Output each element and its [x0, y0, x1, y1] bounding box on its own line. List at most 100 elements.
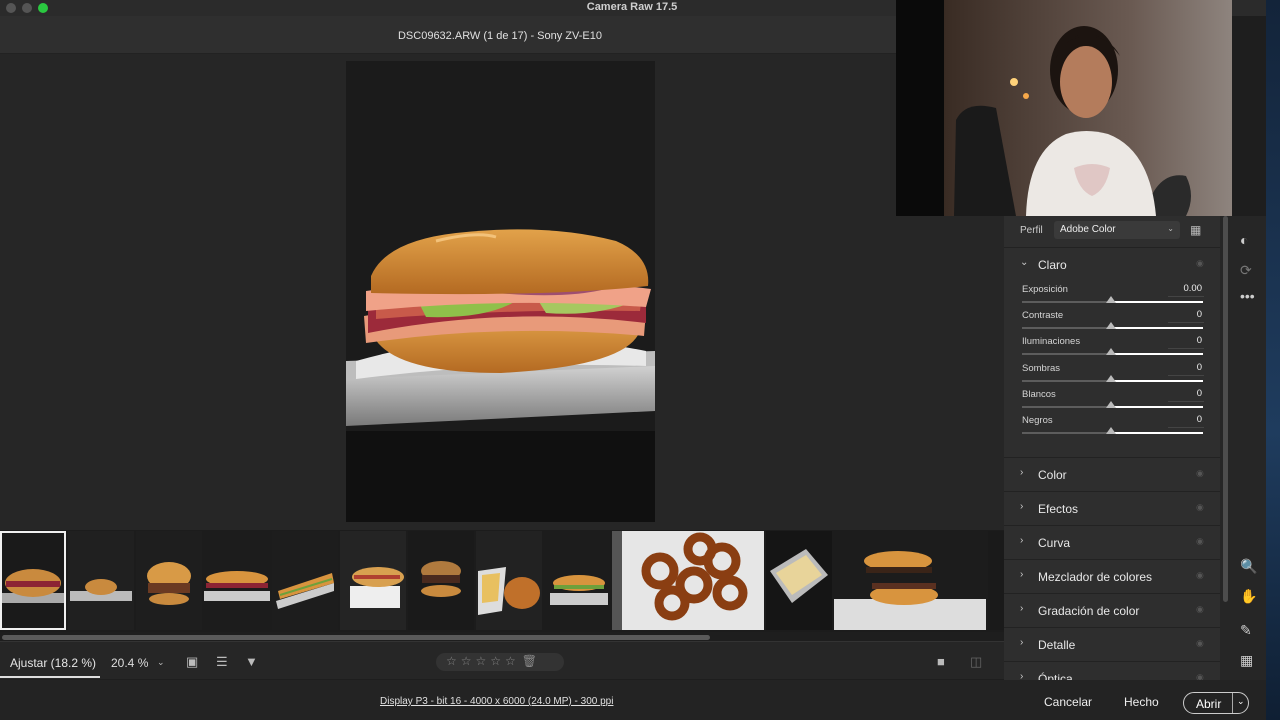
filmstrip-thumbnail[interactable]: [476, 531, 542, 630]
slider-handle[interactable]: [1106, 401, 1116, 408]
cancel-button[interactable]: Cancelar: [1044, 695, 1092, 709]
view-toolbar: Ajustar (18.2 %) 20.4 % ⌄ ▣ ☰ ▼ ☆☆☆☆☆ 🗑 ■…: [0, 641, 1004, 679]
filmstrip-thumbnail[interactable]: [612, 531, 764, 630]
open-button[interactable]: Abrir ⌄: [1183, 692, 1249, 714]
slider-value[interactable]: 0: [1168, 414, 1204, 428]
filmstrip-thumbnail[interactable]: [408, 531, 474, 630]
visibility-icon[interactable]: ◉: [1196, 536, 1204, 547]
redeye-icon[interactable]: ⟳: [1240, 262, 1252, 279]
sort-icon[interactable]: ☰: [216, 654, 228, 670]
chevron-right-icon: ›: [1020, 569, 1024, 580]
section-color-mixer[interactable]: › Mezclador de colores ◉: [1004, 559, 1220, 592]
zoom-tool-icon[interactable]: 🔍: [1240, 558, 1257, 575]
section-color-grading[interactable]: › Gradación de color ◉: [1004, 593, 1220, 626]
chevron-down-icon: ⌄: [1167, 224, 1174, 233]
slider-handle[interactable]: [1106, 375, 1116, 382]
chevron-down-icon[interactable]: ⌄: [157, 657, 165, 668]
filmstrip-thumbnail[interactable]: [544, 531, 610, 630]
chevron-right-icon: ›: [1020, 535, 1024, 546]
section-label: Óptica: [1038, 672, 1073, 680]
chevron-right-icon: ›: [1020, 637, 1024, 648]
filmstrip-thumbnail[interactable]: [136, 531, 202, 630]
filmstrip-thumbnail[interactable]: [204, 531, 270, 630]
hand-tool-icon[interactable]: ✋: [1240, 588, 1257, 605]
eyedropper-icon[interactable]: ✎: [1240, 622, 1252, 639]
section-label: Detalle: [1038, 638, 1076, 652]
section-color[interactable]: › Color ◉: [1004, 457, 1220, 490]
filmstrip-thumbnail[interactable]: [988, 531, 1004, 630]
slider-value[interactable]: 0: [1168, 335, 1204, 349]
before-after-icon[interactable]: ◫: [970, 654, 982, 670]
chevron-down-icon[interactable]: ⌄: [1237, 696, 1245, 707]
open-button-label: Abrir: [1196, 697, 1222, 711]
slider-label: Iluminaciones: [1022, 336, 1081, 347]
slider-handle[interactable]: [1106, 348, 1116, 355]
slider-label: Negros: [1022, 415, 1053, 426]
section-optics[interactable]: › Óptica ◉: [1004, 661, 1220, 680]
slider-value[interactable]: 0: [1168, 362, 1204, 376]
filmstrip-thumbnail[interactable]: [340, 531, 406, 630]
profile-select[interactable]: Adobe Color ⌄: [1054, 221, 1180, 239]
slider-handle[interactable]: [1106, 296, 1116, 303]
filmstrip-thumbnail[interactable]: [272, 531, 338, 630]
profile-browser-icon[interactable]: ▦: [1190, 223, 1201, 237]
image-header: DSC09632.ARW (1 de 17) - Sony ZV-E10: [0, 16, 1004, 54]
webcam-overlay: [896, 0, 1232, 216]
chevron-right-icon: ›: [1020, 467, 1024, 478]
slider-handle[interactable]: [1106, 427, 1116, 434]
tool-rail: ◐ ⟳ ••• 🔍 ✋ ✎ ▦: [1232, 216, 1266, 680]
edit-panel: Perfil Adobe Color ⌄ ▦ ⌄ Claro ◉ Exposici…: [1004, 216, 1220, 680]
visibility-icon[interactable]: ◉: [1196, 468, 1204, 479]
grid-overlay-icon[interactable]: ▦: [1240, 652, 1253, 669]
visibility-icon[interactable]: ◉: [1196, 604, 1204, 615]
section-detail[interactable]: › Detalle ◉: [1004, 627, 1220, 660]
preview-image[interactable]: [346, 61, 655, 522]
section-label: Curva: [1038, 536, 1071, 550]
mask-icon[interactable]: ◐: [1240, 232, 1248, 248]
profile-row: Perfil Adobe Color ⌄ ▦: [1004, 216, 1220, 246]
slider-exposure[interactable]: Exposición 0.00: [1004, 283, 1220, 309]
zoom-value[interactable]: 20.4 %: [111, 656, 148, 670]
section-light[interactable]: ⌄ Claro ◉: [1004, 247, 1220, 280]
file-title: DSC09632.ARW (1 de 17) - Sony ZV-E10: [397, 30, 602, 42]
star-icons[interactable]: ☆☆☆☆☆: [446, 654, 520, 668]
section-effects[interactable]: › Efectos ◉: [1004, 491, 1220, 524]
slider-highlights[interactable]: Iluminaciones 0: [1004, 335, 1220, 361]
filmstrip-thumbnail[interactable]: [68, 531, 134, 630]
workflow-options-link[interactable]: Display P3 - bit 16 - 4000 x 6000 (24.0 …: [380, 696, 613, 707]
visibility-icon[interactable]: ◉: [1196, 672, 1204, 680]
section-curve[interactable]: › Curva ◉: [1004, 525, 1220, 558]
filter-icon[interactable]: ▼: [245, 654, 258, 669]
single-view-icon[interactable]: ■: [937, 654, 945, 669]
visibility-icon[interactable]: ◉: [1196, 570, 1204, 581]
visibility-icon[interactable]: ◉: [1196, 638, 1204, 649]
filmstrip-thumbnail[interactable]: [766, 531, 832, 630]
slider-shadows[interactable]: Sombras 0: [1004, 362, 1220, 388]
slider-label: Contraste: [1022, 310, 1064, 321]
done-button[interactable]: Hecho: [1124, 695, 1159, 709]
more-options-icon[interactable]: •••: [1240, 288, 1255, 304]
section-label: Claro: [1038, 258, 1067, 272]
slider-value[interactable]: 0: [1168, 309, 1204, 323]
trash-icon[interactable]: 🗑: [522, 654, 537, 668]
visibility-icon[interactable]: ◉: [1196, 258, 1204, 269]
slider-whites[interactable]: Blancos 0: [1004, 388, 1220, 414]
slider-handle[interactable]: [1106, 322, 1116, 329]
section-label: Color: [1038, 468, 1067, 482]
slider-blacks[interactable]: Negros 0: [1004, 414, 1220, 440]
section-label: Mezclador de colores: [1038, 570, 1153, 584]
section-label: Gradación de color: [1038, 604, 1140, 618]
slider-value[interactable]: 0.00: [1168, 283, 1204, 297]
compare-image-icon[interactable]: ▣: [186, 654, 198, 670]
slider-contrast[interactable]: Contraste 0: [1004, 309, 1220, 335]
fit-zoom-button[interactable]: Ajustar (18.2 %): [0, 642, 100, 678]
filmstrip-thumbnail[interactable]: [834, 531, 986, 630]
rating-stars[interactable]: ☆☆☆☆☆ 🗑: [436, 653, 564, 671]
visibility-icon[interactable]: ◉: [1196, 502, 1204, 513]
slider-value[interactable]: 0: [1168, 388, 1204, 402]
profile-label: Perfil: [1020, 225, 1043, 236]
panel-scrollbar[interactable]: [1220, 216, 1232, 680]
filmstrip: [0, 530, 1004, 632]
filmstrip-scrollbar[interactable]: [0, 633, 1000, 641]
filmstrip-thumbnail[interactable]: [0, 531, 66, 630]
